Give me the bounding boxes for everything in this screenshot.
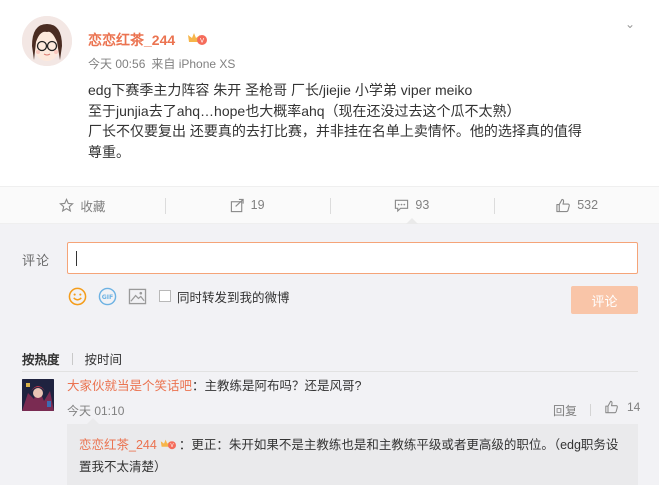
svg-text:GIF: GIF	[101, 294, 113, 301]
post-line: edg下赛季主力阵容 朱开 圣枪哥 厂长/jiejie 小学弟 viper me…	[88, 82, 473, 98]
post-line: 厂长不仅要复出 还要真的去打比赛，并非挂在名单上卖情怀。他的选择真的值得	[88, 123, 582, 139]
comment-content: 大家伙就当是个笑话吧：主教练是阿布吗？还是风哥?	[67, 377, 361, 395]
comment-text: ：主教练是阿布吗？还是风哥?	[192, 379, 362, 393]
user-avatar[interactable]	[22, 16, 72, 66]
forward-icon	[230, 198, 244, 212]
reply-item: 恋恋红茶_244 V ：更正：朱开如果不是主教练也是和主教练平级或者更高级的职位。（…	[67, 418, 638, 485]
comment-button[interactable]: 93	[329, 187, 495, 224]
chevron-down-icon[interactable]: ⌄	[625, 17, 635, 31]
image-icon[interactable]	[127, 286, 147, 306]
vip-badge-icon: V	[188, 33, 207, 45]
comment-section: 评论 GIF 同时转发到我的微博 评论 按热度 按时间 大家伙就当是个笑话吧：主…	[0, 224, 659, 485]
comment-like-count: 14	[627, 400, 641, 414]
forward-checkbox-label: 同时转发到我的微博	[177, 290, 290, 305]
star-icon	[59, 197, 75, 212]
thumbs-up-icon	[556, 198, 571, 212]
like-count: 532	[577, 198, 599, 212]
post-source: 来自 iPhone XS	[151, 57, 236, 71]
reply-username[interactable]: 恋恋红茶_244	[79, 438, 157, 452]
forward-button[interactable]: 19	[164, 187, 330, 223]
tab-sort-by-time[interactable]: 按时间	[85, 349, 123, 368]
divider	[71, 352, 73, 365]
emoji-icon[interactable]	[67, 286, 87, 306]
reply-button[interactable]: 回复	[553, 402, 577, 419]
comment-like-button[interactable]: 14	[604, 400, 640, 414]
favorite-label: 收藏	[80, 199, 106, 214]
composer-tools: GIF 同时转发到我的微博	[67, 286, 290, 306]
post-action-bar: 收藏 19 93 532	[0, 186, 659, 224]
vip-badge-icon: V	[160, 439, 176, 450]
reply-content: 恋恋红茶_244 V ：更正：朱开如果不是主教练也是和主教练平级或者更高级的职位。（…	[79, 434, 629, 478]
divider	[22, 371, 638, 372]
sort-tabs: 按热度 按时间	[22, 349, 122, 368]
post-username[interactable]: 恋恋红茶_244	[88, 30, 175, 50]
forward-count: 19	[250, 198, 265, 212]
forward-checkbox[interactable]	[159, 290, 171, 302]
gif-icon[interactable]: GIF	[97, 286, 117, 306]
text-caret	[76, 251, 77, 266]
comment-label: 评论	[22, 254, 51, 269]
favorite-button[interactable]: 收藏	[0, 187, 165, 223]
reply-pointer	[87, 418, 99, 424]
commenter-avatar[interactable]	[22, 379, 54, 411]
commenter-username[interactable]: 大家伙就当是个笑话吧	[67, 379, 192, 393]
weibo-post: 恋恋红茶_244 V ⌄ 今天 00:56 来自 iPhone XS edg下赛季…	[0, 0, 659, 186]
post-line: 尊重。	[88, 143, 130, 160]
divider	[590, 404, 591, 416]
post-line: 至于junjia去了ahq…hope也大概率ahq（现在还没过去这个瓜不太熟）	[88, 102, 521, 119]
post-time[interactable]: 今天 00:56	[88, 57, 145, 71]
thumbs-up-icon	[605, 400, 618, 414]
submit-comment-button[interactable]: 评论	[571, 286, 638, 314]
post-meta: 今天 00:56 来自 iPhone XS	[88, 55, 235, 72]
tab-sort-by-hot[interactable]: 按热度	[22, 349, 60, 368]
post-body: edg下赛季主力阵容 朱开 圣枪哥 厂长/jiejie 小学弟 viper me…	[88, 80, 648, 162]
comment-time: 今天 01:10	[67, 404, 125, 418]
comment-input[interactable]	[67, 242, 638, 274]
like-button[interactable]: 532	[494, 187, 659, 223]
comment-count: 93	[415, 198, 430, 212]
comment-icon	[395, 199, 409, 212]
